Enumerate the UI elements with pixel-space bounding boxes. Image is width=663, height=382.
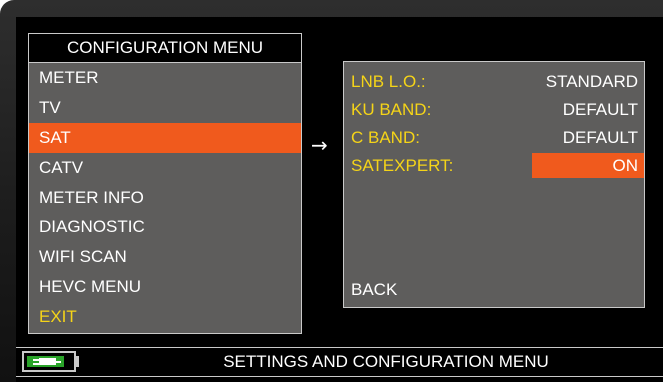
ku-band-label: KU BAND: (351, 100, 432, 119)
menu-title: CONFIGURATION MENU (29, 34, 301, 63)
status-text: SETTINGS AND CONFIGURATION MENU (223, 352, 549, 371)
menu-item-wifi-scan[interactable]: WIFI SCAN (29, 242, 301, 272)
battery-tip (75, 356, 79, 367)
configuration-menu: CONFIGURATION MENU METER TV SAT CATV MET… (28, 33, 302, 334)
battery-charging-icon (22, 351, 76, 372)
lnb-lo-label: LNB L.O.: (351, 72, 426, 91)
back-button[interactable]: BACK (351, 280, 397, 300)
ku-band-value: DEFAULT (562, 100, 638, 119)
menu-item-catv[interactable]: CATV (29, 153, 301, 183)
menu-item-hevc-menu[interactable]: HEVC MENU (29, 272, 301, 302)
menu-item-exit[interactable]: EXIT (29, 302, 301, 332)
menu-item-meter[interactable]: METER (29, 63, 301, 93)
menu-item-sat[interactable]: SAT (29, 122, 301, 153)
menu-item-meter-info[interactable]: METER INFO (29, 183, 301, 213)
satexpert-row[interactable]: SATEXPERT: ON (344, 153, 644, 178)
menu-item-tv[interactable]: TV (29, 93, 301, 123)
device-screen: CONFIGURATION MENU METER TV SAT CATV MET… (16, 17, 663, 382)
lnb-lo-value: STANDARD (545, 72, 638, 91)
sat-submenu: LNB L.O.: STANDARD KU BAND: DEFAULT C BA… (343, 61, 645, 308)
satexpert-label: SATEXPERT: (351, 156, 454, 175)
arrow-right-icon: → (311, 133, 328, 157)
menu-item-diagnostic[interactable]: DIAGNOSTIC (29, 212, 301, 242)
c-band-row[interactable]: C BAND: DEFAULT (344, 125, 644, 150)
satexpert-value[interactable]: ON (532, 153, 644, 178)
c-band-value: DEFAULT (562, 128, 638, 147)
ku-band-row[interactable]: KU BAND: DEFAULT (344, 97, 644, 122)
status-bar: SETTINGS AND CONFIGURATION MENU (16, 347, 663, 377)
lnb-lo-row[interactable]: LNB L.O.: STANDARD (344, 69, 644, 94)
c-band-label: C BAND: (351, 128, 420, 147)
